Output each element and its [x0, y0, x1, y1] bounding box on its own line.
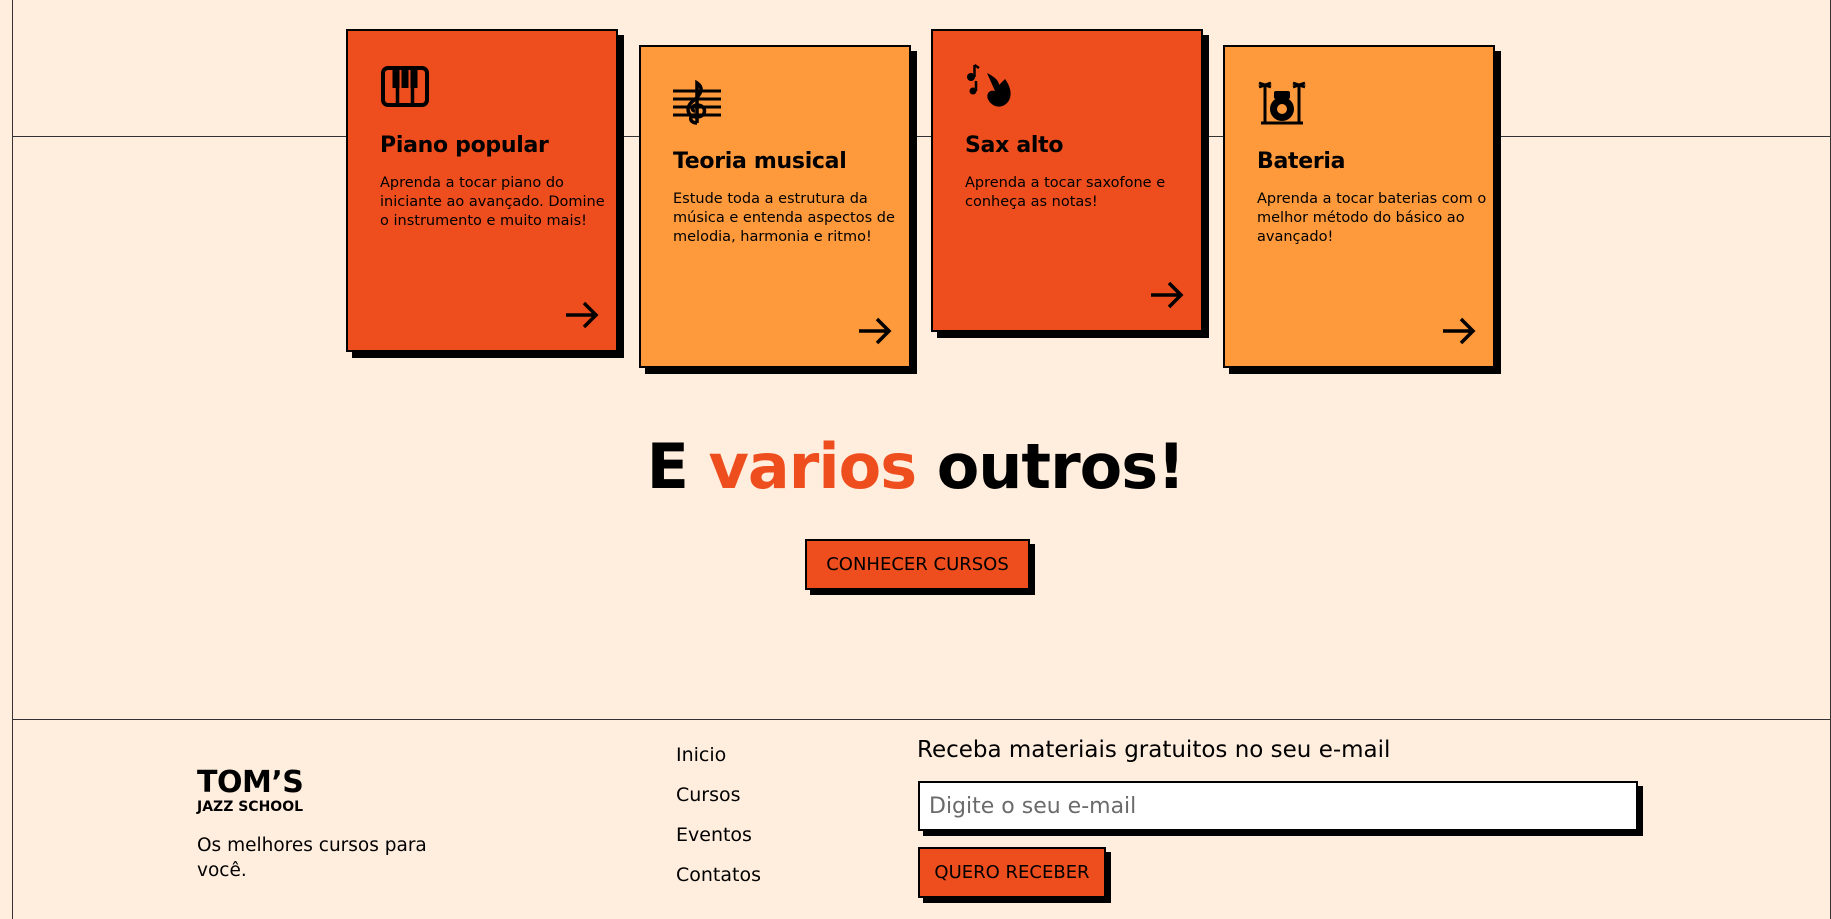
email-input[interactable] [918, 781, 1638, 831]
course-description: Aprenda a tocar piano do iniciante ao av… [380, 175, 605, 229]
headline-accent: varios [708, 430, 918, 503]
course-card-theory[interactable]: Teoria musical Estude toda a estrutura d… [639, 45, 911, 368]
footer-tagline: Os melhores cursos para você. [197, 835, 427, 881]
course-title: Teoria musical [673, 149, 847, 174]
course-card-drums[interactable]: Bateria Aprenda a tocar baterias com o m… [1223, 45, 1495, 368]
headline-part1: E [646, 430, 709, 503]
footer-nav-cursos[interactable]: Cursos [676, 784, 761, 824]
arrow-right-icon[interactable] [1149, 280, 1185, 310]
course-title: Piano popular [380, 133, 549, 158]
footer-nav-inicio[interactable]: Inicio [676, 744, 761, 784]
section-headline: E varios outros! [0, 430, 1831, 503]
arrow-right-icon[interactable] [1441, 316, 1477, 346]
headline-part2: outros! [916, 430, 1186, 503]
logo-title: TOM’S [197, 765, 304, 800]
saxophone-icon [967, 63, 1011, 107]
quero-receber-button[interactable]: QUERO RECEBER [918, 847, 1106, 898]
newsletter-title: Receba materiais gratuitos no seu e-mail [917, 737, 1391, 763]
piano-icon [381, 66, 429, 107]
course-description: Aprenda a tocar baterias com o melhor mé… [1257, 191, 1487, 245]
drum-kit-icon [1258, 81, 1306, 125]
course-card-sax[interactable]: Sax alto Aprenda a tocar saxofone e conh… [931, 29, 1203, 332]
course-description: Estude toda a estrutura da música e ente… [673, 191, 895, 245]
arrow-right-icon[interactable] [564, 300, 600, 330]
treble-clef-icon [673, 79, 721, 125]
arrow-right-icon[interactable] [857, 316, 893, 346]
footer-nav: Inicio Cursos Eventos Contatos [676, 744, 761, 904]
footer-nav-eventos[interactable]: Eventos [676, 824, 761, 864]
course-title: Bateria [1257, 149, 1346, 174]
footer-divider [12, 719, 1831, 720]
conhecer-cursos-button[interactable]: CONHECER CURSOS [805, 539, 1030, 590]
course-card-piano[interactable]: Piano popular Aprenda a tocar piano do i… [346, 29, 618, 352]
course-description: Aprenda a tocar saxofone e conheça as no… [965, 175, 1166, 210]
top-divider [12, 136, 1831, 137]
footer-nav-contatos[interactable]: Contatos [676, 864, 761, 904]
course-title: Sax alto [965, 133, 1064, 158]
logo-subtitle: JAZZ SCHOOL [197, 799, 304, 815]
